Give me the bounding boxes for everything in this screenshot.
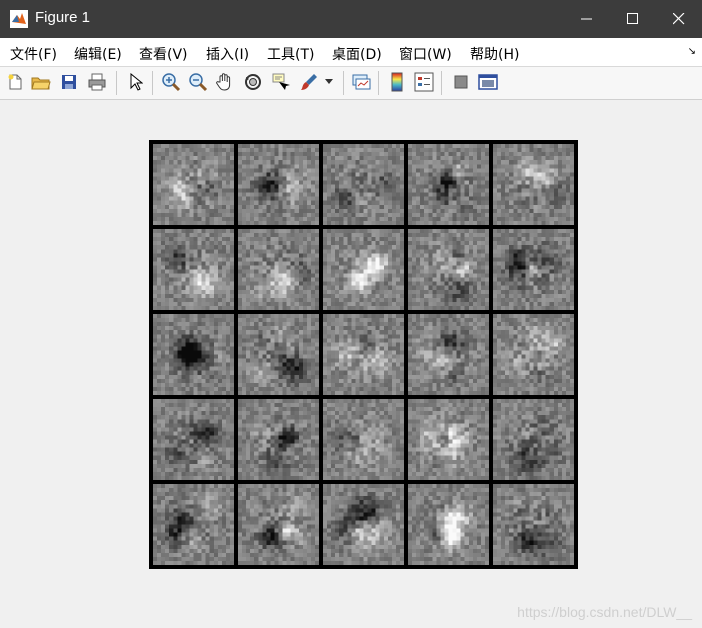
- watermark-text: https://blog.csdn.net/DLW__: [517, 604, 692, 620]
- menu-bar: 文件(F) 编辑(E) 查看(V) 插入(I) 工具(T) 桌面(D) 窗口(W…: [0, 38, 702, 67]
- menu-tools[interactable]: 工具(T): [267, 44, 314, 64]
- hidden-layer-visualization-grid[interactable]: [149, 140, 578, 569]
- save-button[interactable]: [58, 71, 80, 93]
- brush-dropdown-button[interactable]: [322, 71, 336, 93]
- hidden-unit-14: [408, 314, 489, 395]
- hidden-unit-13: [323, 314, 404, 395]
- close-icon: [673, 13, 685, 25]
- hidden-unit-3: [323, 144, 404, 225]
- hidden-unit-21: [153, 484, 234, 565]
- save-icon: [62, 75, 76, 89]
- hidden-unit-20: [493, 399, 574, 480]
- hidden-unit-12: [238, 314, 319, 395]
- colorbar-button[interactable]: [386, 71, 408, 93]
- hidden-unit-9: [408, 229, 489, 310]
- hidden-unit-11: [153, 314, 234, 395]
- hidden-unit-23: [323, 484, 404, 565]
- colorbar-icon: [391, 72, 403, 92]
- close-button[interactable]: [656, 0, 702, 38]
- print-icon: [88, 73, 106, 91]
- hidden-unit-15: [493, 314, 574, 395]
- print-button[interactable]: [86, 71, 108, 93]
- zoom-in-button[interactable]: [160, 71, 182, 93]
- hidden-unit-5: [493, 144, 574, 225]
- open-file-button[interactable]: [30, 71, 52, 93]
- hidden-unit-7: [238, 229, 319, 310]
- data-cursor-icon: [272, 73, 290, 90]
- link-plot-button[interactable]: [350, 71, 372, 93]
- hide-plot-tools-button[interactable]: [450, 71, 472, 93]
- figure-toolbar: [0, 67, 702, 100]
- menu-window[interactable]: 窗口(W): [399, 44, 452, 64]
- data-cursor-button[interactable]: [270, 71, 292, 93]
- dock-arrow-icon[interactable]: ↘: [688, 46, 696, 57]
- maximize-icon: [627, 13, 638, 24]
- zoom-in-icon: [162, 73, 181, 92]
- menu-view[interactable]: 查看(V): [139, 44, 188, 64]
- hidden-unit-10: [493, 229, 574, 310]
- hidden-unit-8: [323, 229, 404, 310]
- rotate-3d-icon: [245, 74, 261, 90]
- zoom-out-icon: [189, 73, 208, 92]
- show-plot-tools-button[interactable]: [477, 71, 499, 93]
- toolbar-separator: [152, 71, 153, 95]
- menu-desktop[interactable]: 桌面(D): [332, 44, 382, 64]
- rotate-3d-button[interactable]: [242, 71, 264, 93]
- brush-dropdown-icon: [325, 79, 333, 84]
- hidden-unit-24: [408, 484, 489, 565]
- legend-icon: [414, 72, 434, 92]
- new-figure-button[interactable]: [4, 71, 26, 93]
- new-figure-icon: [8, 74, 22, 90]
- hidden-unit-1: [153, 144, 234, 225]
- hidden-unit-4: [408, 144, 489, 225]
- pan-hand-icon: [216, 73, 231, 91]
- matlab-logo-icon: [10, 10, 28, 28]
- hidden-unit-18: [323, 399, 404, 480]
- link-plot-icon: [352, 74, 371, 90]
- show-plot-tools-icon: [478, 74, 498, 90]
- hidden-unit-2: [238, 144, 319, 225]
- hidden-unit-6: [153, 229, 234, 310]
- zoom-out-button[interactable]: [187, 71, 209, 93]
- hide-plot-tools-icon: [454, 75, 468, 89]
- window-title: Figure 1: [35, 9, 91, 26]
- pointer-button[interactable]: [124, 71, 146, 93]
- toolbar-separator: [378, 71, 379, 95]
- brush-icon: [301, 74, 317, 90]
- minimize-icon: [581, 18, 592, 20]
- menu-edit[interactable]: 编辑(E): [74, 44, 122, 64]
- menu-help[interactable]: 帮助(H): [470, 44, 519, 64]
- title-bar: Figure 1: [0, 0, 702, 38]
- legend-button[interactable]: [413, 71, 435, 93]
- hidden-unit-16: [153, 399, 234, 480]
- hidden-unit-19: [408, 399, 489, 480]
- open-file-icon: [31, 77, 51, 90]
- minimize-button[interactable]: [564, 0, 610, 38]
- hidden-unit-17: [238, 399, 319, 480]
- pan-button[interactable]: [214, 71, 236, 93]
- toolbar-separator: [116, 71, 117, 95]
- menu-file[interactable]: 文件(F): [10, 44, 57, 64]
- hidden-unit-22: [238, 484, 319, 565]
- maximize-button[interactable]: [610, 0, 656, 38]
- brush-button[interactable]: [298, 71, 320, 93]
- toolbar-separator: [343, 71, 344, 95]
- pointer-icon: [130, 73, 143, 91]
- menu-insert[interactable]: 插入(I): [206, 44, 249, 64]
- toolbar-separator: [441, 71, 442, 95]
- hidden-unit-25: [493, 484, 574, 565]
